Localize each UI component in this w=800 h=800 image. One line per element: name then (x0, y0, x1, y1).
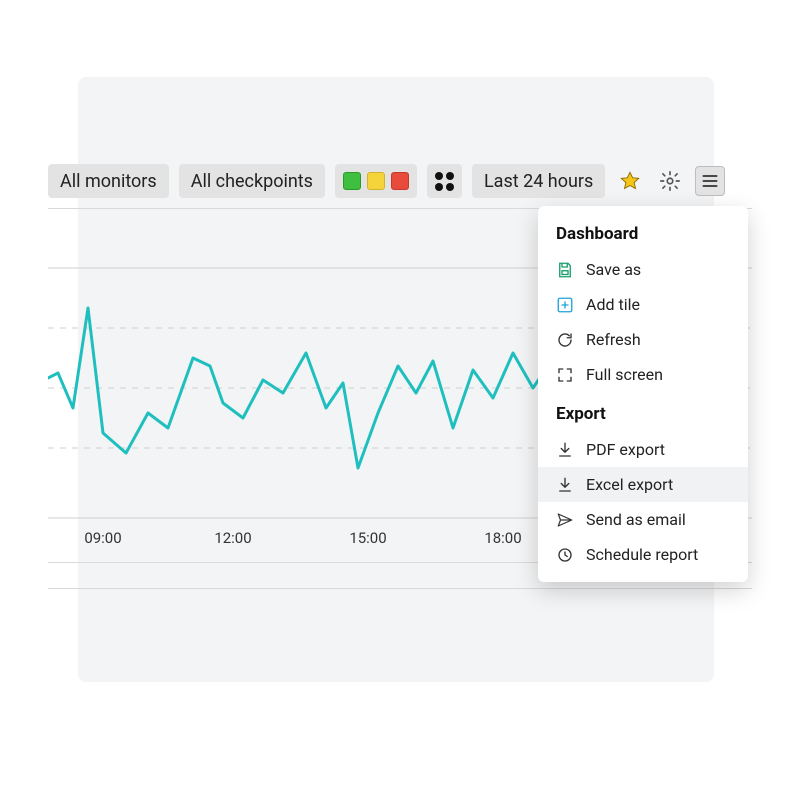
status-filter[interactable] (335, 164, 417, 198)
x-tick-label: 12:00 (214, 529, 251, 547)
download-icon (556, 476, 574, 494)
favorite-button[interactable] (615, 166, 645, 196)
refresh-icon (556, 331, 574, 349)
monitors-filter[interactable]: All monitors (48, 164, 169, 198)
status-yellow-icon (367, 172, 385, 190)
menu-full-screen-label: Full screen (586, 365, 663, 384)
timerange-filter[interactable]: Last 24 hours (472, 164, 605, 198)
menu-refresh-label: Refresh (586, 330, 641, 349)
menu-add-tile-label: Add tile (586, 295, 640, 314)
x-tick-label: 09:00 (84, 529, 121, 547)
status-red-icon (391, 172, 409, 190)
checkpoints-filter-label: All checkpoints (191, 171, 313, 192)
monitors-filter-label: All monitors (60, 171, 157, 192)
checkpoints-filter[interactable]: All checkpoints (179, 164, 325, 198)
toolbar: All monitors All checkpoints Last 24 hou… (48, 164, 725, 198)
menu-schedule-report-label: Schedule report (586, 545, 698, 564)
menu-section-dashboard: Dashboard (538, 220, 748, 252)
hamburger-icon (700, 171, 720, 191)
menu-send-email-label: Send as email (586, 510, 686, 529)
status-green-icon (343, 172, 361, 190)
menu-refresh[interactable]: Refresh (538, 322, 748, 357)
layout-grid-button[interactable] (427, 164, 462, 198)
timerange-label: Last 24 hours (484, 171, 593, 192)
menu-send-email[interactable]: Send as email (538, 502, 748, 537)
menu-excel-export[interactable]: Excel export (538, 467, 748, 502)
hamburger-menu-button[interactable] (695, 166, 725, 196)
menu-pdf-export[interactable]: PDF export (538, 432, 748, 467)
gear-icon (659, 170, 681, 192)
fullscreen-icon (556, 366, 574, 384)
download-icon (556, 441, 574, 459)
clock-icon (556, 546, 574, 564)
send-icon (556, 511, 574, 529)
menu-excel-export-label: Excel export (586, 475, 673, 494)
dashboard-menu: Dashboard Save as Add tile Refresh Full … (538, 206, 748, 582)
menu-section-export: Export (538, 392, 748, 432)
divider (48, 588, 752, 589)
star-icon (619, 170, 641, 192)
menu-save-as-label: Save as (586, 260, 641, 279)
menu-full-screen[interactable]: Full screen (538, 357, 748, 392)
x-tick-label: 15:00 (349, 529, 386, 547)
x-tick-label: 18:00 (484, 529, 521, 547)
menu-schedule-report[interactable]: Schedule report (538, 537, 748, 572)
chart-x-ticks: 09:00 12:00 15:00 18:00 (84, 529, 521, 547)
menu-add-tile[interactable]: Add tile (538, 287, 748, 322)
grid-icon (435, 172, 454, 191)
menu-save-as[interactable]: Save as (538, 252, 748, 287)
save-icon (556, 261, 574, 279)
settings-button[interactable] (655, 166, 685, 196)
plus-square-icon (556, 296, 574, 314)
menu-pdf-export-label: PDF export (586, 440, 665, 459)
